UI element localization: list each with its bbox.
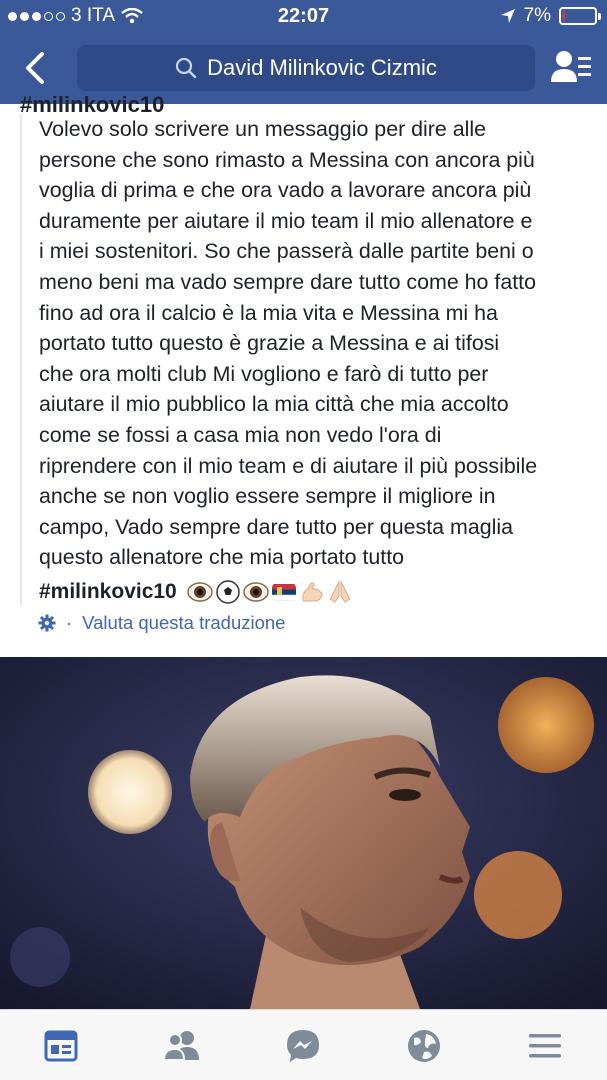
- news-feed-icon[interactable]: [41, 1026, 81, 1066]
- footballer-portrait: [0, 657, 607, 1009]
- status-bar: 3 ITA 22:07 7%: [0, 0, 607, 34]
- search-query: David Milinkovic Cizmic: [207, 55, 437, 80]
- battery-percent: 7%: [523, 5, 551, 26]
- flexed-bicep-icon: [302, 582, 323, 602]
- search-icon: [175, 57, 197, 79]
- back-chevron-icon[interactable]: [20, 50, 54, 86]
- gear-icon: [38, 614, 56, 632]
- messenger-icon[interactable]: [283, 1026, 323, 1066]
- serbia-flag-icon: [271, 583, 296, 601]
- soccer-ball-icon: [216, 580, 240, 604]
- post-photo[interactable]: [0, 657, 607, 1009]
- post-text: Volevo solo scrivere un messaggio per di…: [39, 117, 538, 570]
- hashtag-link[interactable]: #milinkovic10: [39, 580, 177, 604]
- clipped-hashtag: #milinkovic10: [20, 92, 165, 114]
- rate-translation-link[interactable]: Valuta questa traduzione: [82, 612, 285, 634]
- notifications-globe-icon[interactable]: [404, 1026, 444, 1066]
- separator-dot: ·: [66, 612, 73, 633]
- eyes-icon: [243, 582, 269, 602]
- menu-icon[interactable]: [525, 1026, 565, 1066]
- praying-hands-icon: [329, 580, 351, 603]
- friends-list-icon[interactable]: [549, 48, 593, 88]
- eyes-icon: [187, 582, 213, 602]
- hashtag-line: #milinkovic10: [39, 579, 595, 605]
- location-arrow-icon: [500, 9, 515, 23]
- friend-requests-icon[interactable]: [162, 1026, 202, 1066]
- clipped-hashtag-line: #milinkovic10: [20, 88, 420, 114]
- translated-post: Volevo solo scrivere un messaggio per di…: [20, 114, 595, 605]
- battery-icon: [559, 7, 601, 25]
- rate-translation-row[interactable]: · Valuta questa traduzione: [38, 612, 285, 634]
- search-bar[interactable]: David Milinkovic Cizmic: [77, 45, 535, 91]
- battery-level: [563, 11, 565, 21]
- bottom-tab-bar: [0, 1009, 607, 1080]
- status-right: 7%: [500, 5, 601, 27]
